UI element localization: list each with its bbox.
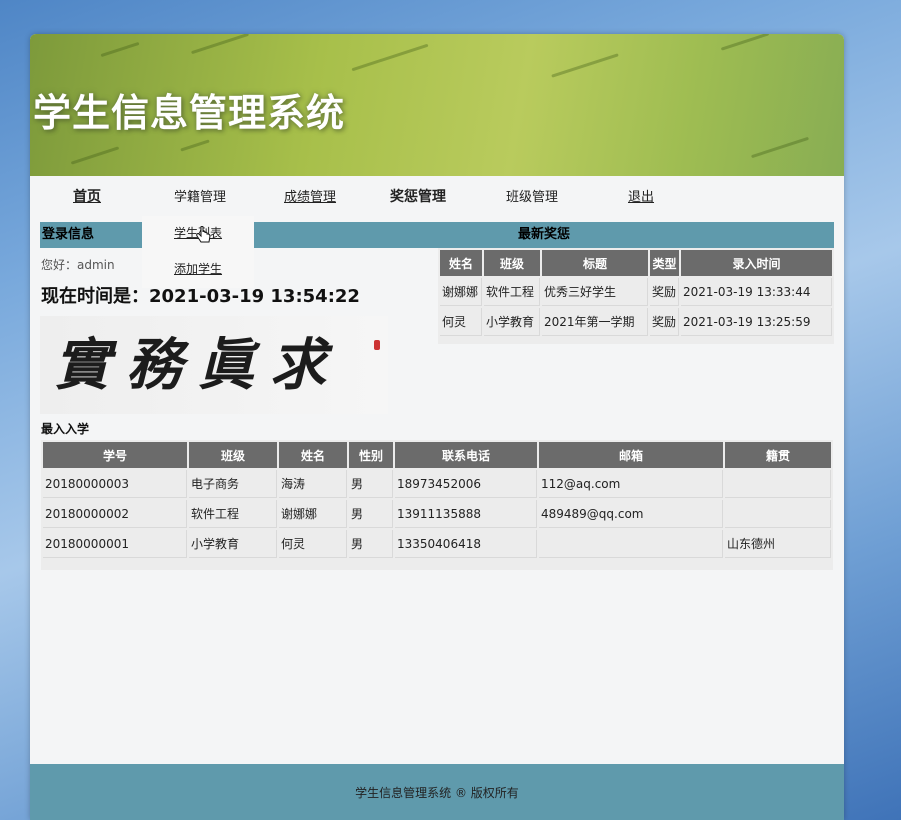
column-header: 姓名 <box>440 250 482 276</box>
recent-admissions-header: 最入入学 <box>41 422 90 436</box>
table-cell <box>725 470 831 498</box>
table-cell: 2021-03-19 13:25:59 <box>681 308 832 336</box>
table-cell: 男 <box>349 500 393 528</box>
column-header: 班级 <box>484 250 540 276</box>
table-cell: 13350406418 <box>395 530 537 558</box>
app-title: 学生信息管理系统 <box>33 91 346 135</box>
table-cell: 海涛 <box>279 470 347 498</box>
table-cell: 电子商务 <box>189 470 277 498</box>
column-header: 标题 <box>542 250 648 276</box>
column-header: 类型 <box>650 250 680 276</box>
table-cell: 谢娜娜 <box>279 500 347 528</box>
current-time: 现在时间是：2021-03-19 13:54:22 <box>41 286 360 307</box>
table-cell: 20180000003 <box>43 470 187 498</box>
table-cell: 489489@qq.com <box>539 500 723 528</box>
menu-item-add-student[interactable]: 添加学生 <box>174 260 222 277</box>
calligraphy-text: 實務眞求 <box>54 332 342 398</box>
app-frame: 学生信息管理系统 首页 学籍管理 成绩管理 奖惩管理 班级管理 退出 登录信息 … <box>30 34 844 820</box>
table-cell: 奖励 <box>650 308 680 336</box>
column-header: 班级 <box>189 442 277 468</box>
table-cell <box>539 530 723 558</box>
table-cell: 112@aq.com <box>539 470 723 498</box>
column-header: 邮箱 <box>539 442 723 468</box>
column-header: 录入时间 <box>681 250 832 276</box>
column-header: 联系电话 <box>395 442 537 468</box>
table-cell: 20180000002 <box>43 500 187 528</box>
table-cell: 20180000001 <box>43 530 187 558</box>
table-cell: 谢娜娜 <box>440 278 482 306</box>
table-cell: 2021-03-19 13:33:44 <box>681 278 832 306</box>
table-cell: 小学教育 <box>484 308 540 336</box>
nav-status-management[interactable]: 学籍管理 <box>174 186 226 205</box>
table-row: 谢娜娜 软件工程 优秀三好学生 奖励 2021-03-19 13:33:44 <box>440 278 832 306</box>
table-cell: 软件工程 <box>189 500 277 528</box>
table-cell: 山东德州 <box>725 530 831 558</box>
table-cell: 奖励 <box>650 278 680 306</box>
nav-home[interactable]: 首页 <box>73 186 101 206</box>
table-row: 20180000001 小学教育 何灵男 13350406418 山东德州 <box>43 530 831 558</box>
header-banner: 学生信息管理系统 <box>30 34 844 176</box>
nav-score-management[interactable]: 成绩管理 <box>284 186 336 205</box>
table-cell: 男 <box>349 470 393 498</box>
table-cell: 何灵 <box>440 308 482 336</box>
table-cell: 何灵 <box>279 530 347 558</box>
table-row: 20180000003 电子商务 海涛男 18973452006 112@aq.com <box>43 470 831 498</box>
nav-logout[interactable]: 退出 <box>628 186 654 205</box>
nav-class-management[interactable]: 班级管理 <box>506 186 558 205</box>
login-info-header: 登录信息 <box>40 222 146 248</box>
table-cell <box>725 500 831 528</box>
nav-reward-management[interactable]: 奖惩管理 <box>390 186 446 206</box>
table-cell: 小学教育 <box>189 530 277 558</box>
table-cell: 软件工程 <box>484 278 540 306</box>
greeting-text: 您好：admin <box>41 258 115 272</box>
admissions-table: 学号 班级 姓名 性别 联系电话 邮箱 籍贯 20180000003 电子商务 海涛男 18973… <box>41 440 833 560</box>
calligraphy-image: 實務眞求 <box>40 316 388 414</box>
rewards-table: 姓名 班级 标题 类型 录入时间 谢娜娜 软件工程 优秀三好学生 奖励 2021-03-19 1… <box>438 248 834 338</box>
column-header: 籍贯 <box>725 442 831 468</box>
column-header: 学号 <box>43 442 187 468</box>
table-row: 何灵 小学教育 2021年第一学期 奖励 2021-03-19 13:25:59 <box>440 308 832 336</box>
footer: 学生信息管理系统 ® 版权所有 <box>30 764 844 820</box>
latest-rewards-header: 最新奖惩 <box>254 222 834 248</box>
column-header: 姓名 <box>279 442 347 468</box>
table-row: 20180000002 软件工程 谢娜娜男 13911135888 489489@qq.… <box>43 500 831 528</box>
table-cell: 2021年第一学期 <box>542 308 648 336</box>
table-cell: 优秀三好学生 <box>542 278 648 306</box>
column-header: 性别 <box>349 442 393 468</box>
main-nav: 首页 学籍管理 成绩管理 奖惩管理 班级管理 退出 <box>30 176 844 216</box>
table-cell: 男 <box>349 530 393 558</box>
pointer-hand-icon <box>196 226 211 243</box>
table-cell: 13911135888 <box>395 500 537 528</box>
seal-stamp <box>374 340 380 350</box>
table-cell: 18973452006 <box>395 470 537 498</box>
